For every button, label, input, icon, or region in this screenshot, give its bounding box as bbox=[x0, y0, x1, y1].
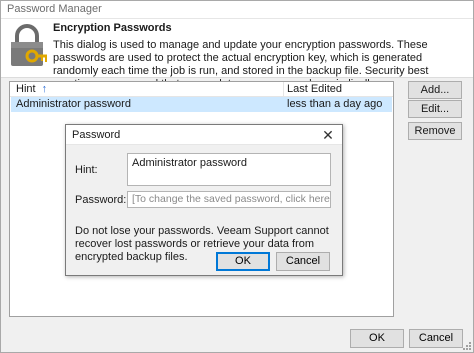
hint-field[interactable]: Administrator password bbox=[127, 153, 331, 186]
sort-ascending-icon: ↑ bbox=[41, 83, 48, 95]
lock-key-icon bbox=[11, 24, 47, 66]
table-row[interactable]: Administrator password less than a day a… bbox=[11, 97, 392, 112]
column-header-hint[interactable]: Hint ↑ bbox=[16, 83, 47, 95]
row-last-edited: less than a day ago bbox=[287, 98, 383, 110]
row-hint: Administrator password bbox=[16, 98, 131, 110]
dialog-cancel-button[interactable]: Cancel bbox=[276, 252, 330, 271]
ok-button[interactable]: OK bbox=[350, 329, 404, 348]
dialog-ok-button[interactable]: OK bbox=[216, 252, 270, 271]
edit-button[interactable]: Edit... bbox=[408, 100, 462, 118]
hint-label: Hint: bbox=[75, 164, 98, 176]
password-label: Password: bbox=[75, 194, 127, 206]
column-hint-label: Hint bbox=[16, 83, 36, 95]
add-button[interactable]: Add... bbox=[408, 81, 462, 99]
resize-grip-icon[interactable] bbox=[461, 340, 471, 350]
password-manager-window: Password Manager Encryption Passwords Th… bbox=[0, 0, 474, 353]
header-panel: Encryption Passwords This dialog is used… bbox=[1, 19, 473, 90]
password-dialog: Password ✕ Hint: Administrator password … bbox=[65, 124, 343, 276]
password-field[interactable]: [To change the saved password, click her… bbox=[127, 191, 331, 208]
dialog-title: Password bbox=[72, 129, 121, 141]
close-icon[interactable]: ✕ bbox=[320, 126, 336, 144]
window-title: Password Manager bbox=[1, 1, 473, 19]
column-header-last-edited[interactable]: Last Edited bbox=[287, 83, 342, 95]
column-divider[interactable] bbox=[283, 82, 284, 97]
cancel-button[interactable]: Cancel bbox=[409, 329, 463, 348]
dialog-titlebar: Password ✕ bbox=[66, 125, 342, 145]
list-header: Hint ↑ Last Edited bbox=[10, 82, 393, 97]
header-title: Encryption Passwords bbox=[53, 22, 172, 34]
remove-button[interactable]: Remove bbox=[408, 122, 462, 140]
